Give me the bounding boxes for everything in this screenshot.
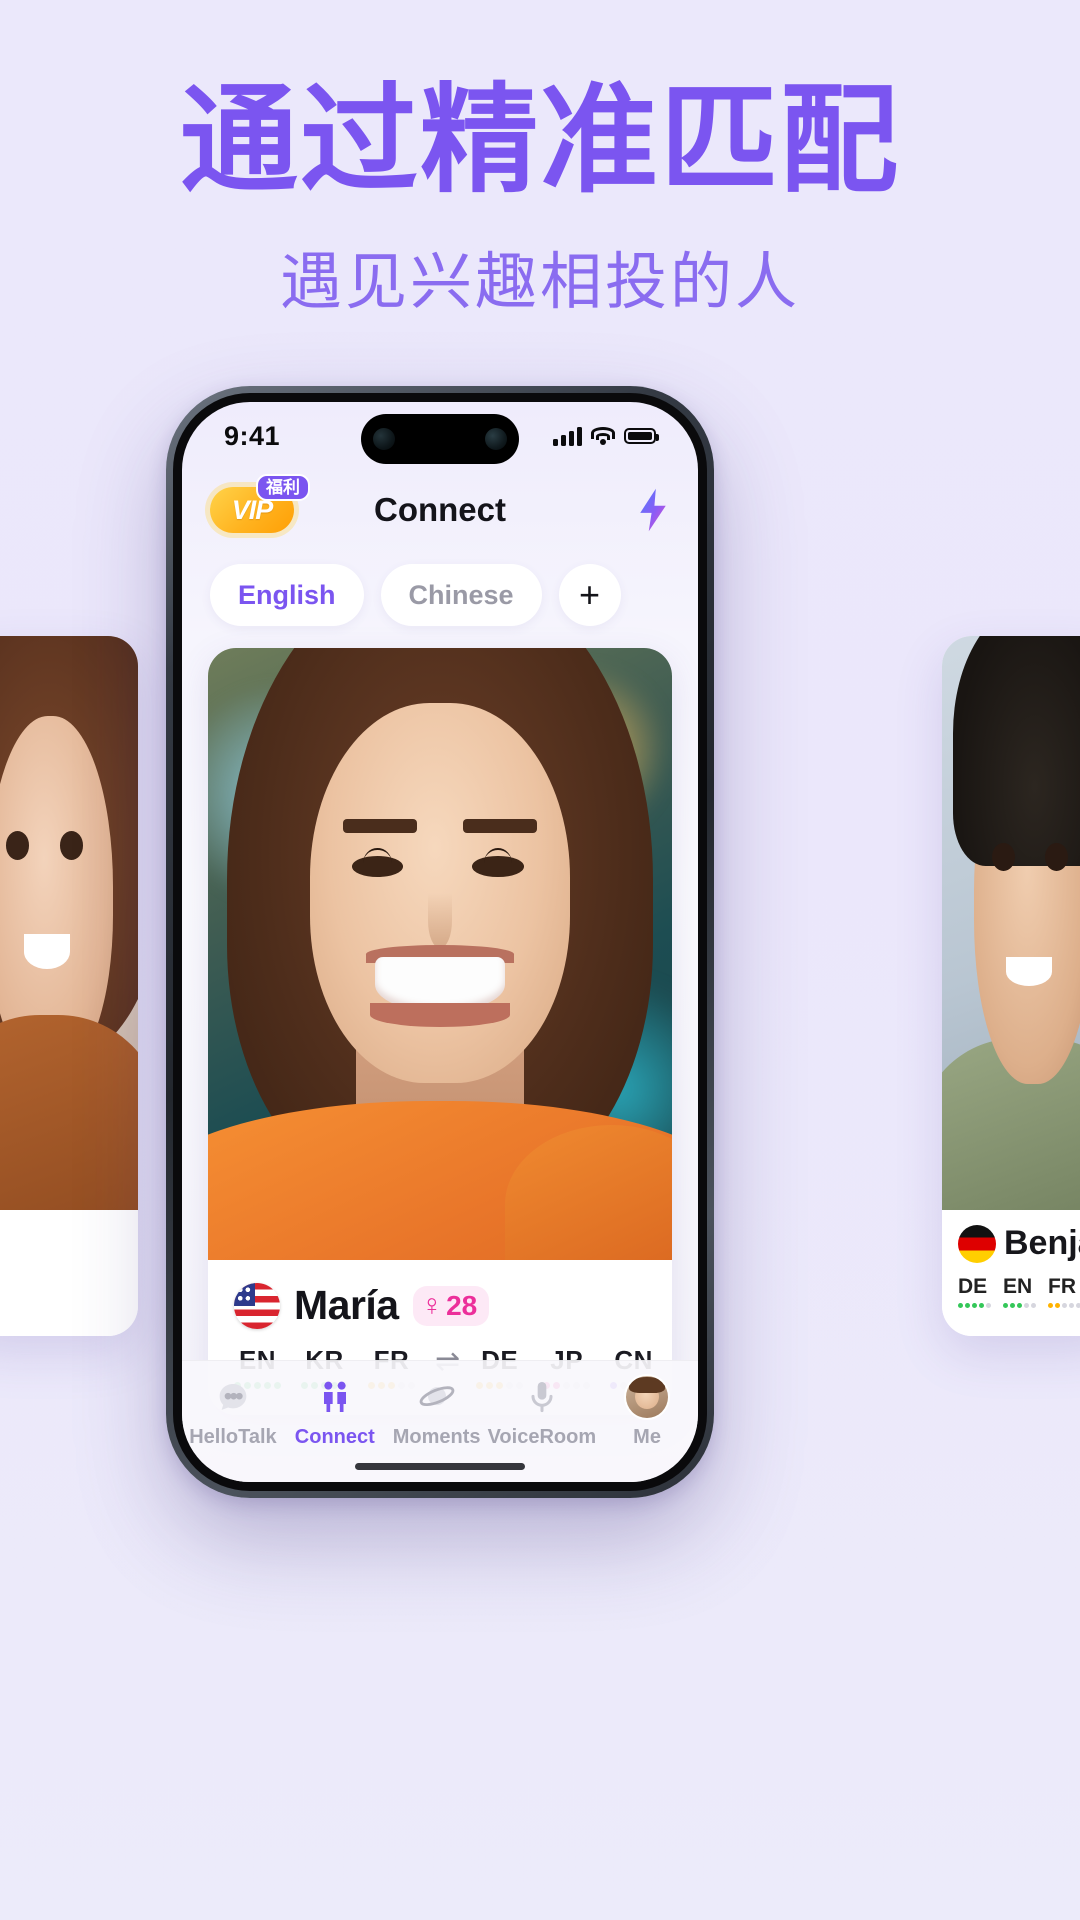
de-flag-icon: [958, 1224, 996, 1263]
peek-lang-code: EN: [1003, 1275, 1033, 1298]
microphone-icon: [520, 1375, 564, 1419]
lightning-bolt-icon[interactable]: [636, 487, 670, 533]
tab-voiceroom[interactable]: VoiceRoom: [487, 1375, 597, 1449]
promo-text-block: 通过精准匹配 遇见兴趣相投的人: [0, 75, 1080, 321]
chip-chinese[interactable]: Chinese: [380, 564, 542, 626]
chat-bubble-icon: [211, 1375, 255, 1419]
profile-photo: [208, 648, 672, 1260]
tab-me[interactable]: Me: [596, 1375, 698, 1449]
peek-lang-code: FR: [1048, 1275, 1076, 1298]
planet-icon: [415, 1375, 459, 1419]
profile-age: 28: [446, 1289, 478, 1321]
app-header: VIP 福利 Connect: [182, 470, 698, 550]
people-connect-icon: [313, 1375, 357, 1419]
phone-mockup: 9:41 VIP 福利 Connect English Chinese + Ma…: [166, 386, 714, 1498]
peek-card-right[interactable]: Benja DE EN FR: [942, 636, 1080, 1336]
tab-label: HelloTalk: [189, 1426, 277, 1448]
profile-name: María: [294, 1282, 399, 1328]
peek-right-languages: DE EN FR: [958, 1275, 1080, 1308]
tab-connect[interactable]: Connect: [284, 1375, 386, 1449]
peek-lang-code: DE: [958, 1275, 988, 1298]
dynamic-island: [361, 414, 519, 464]
tab-hellotalk[interactable]: HelloTalk: [182, 1375, 284, 1449]
battery-icon: [624, 428, 659, 444]
language-filter-bar: English Chinese +: [182, 550, 698, 626]
peek-left-info: [0, 1210, 138, 1336]
status-bar: 9:41: [182, 402, 698, 470]
chip-english[interactable]: English: [210, 564, 364, 626]
status-time: 9:41: [224, 420, 281, 451]
vip-button[interactable]: VIP 福利: [210, 474, 310, 533]
tab-label: Connect: [294, 1426, 375, 1448]
page-title: 通过精准匹配: [179, 75, 900, 207]
avatar-icon: [625, 1375, 669, 1419]
us-flag-icon: [234, 1282, 280, 1329]
cellular-bars-icon: [553, 426, 582, 446]
peek-left-photo: [0, 636, 138, 1210]
vip-welfare-tag: 福利: [256, 474, 310, 501]
tab-label: Me: [633, 1426, 661, 1448]
tab-label: VoiceRoom: [487, 1426, 597, 1448]
screen-title: Connect: [374, 491, 506, 528]
phone-screen: 9:41 VIP 福利 Connect English Chinese + Ma…: [182, 402, 698, 1482]
peek-right-photo: [942, 636, 1080, 1210]
add-language-button[interactable]: +: [558, 564, 621, 626]
peek-card-left[interactable]: [0, 636, 138, 1336]
tab-moments[interactable]: Moments: [386, 1375, 488, 1449]
front-camera-icon: [373, 428, 395, 450]
profile-card[interactable]: María ♀ 28 EN KR FR: [208, 648, 672, 1415]
female-icon: ♀: [420, 1288, 444, 1322]
peek-right-name: Benja: [1004, 1224, 1080, 1262]
page-subtitle: 遇见兴趣相投的人: [279, 248, 800, 318]
peek-right-info: Benja DE EN FR: [942, 1210, 1080, 1336]
face-id-sensor-icon: [485, 428, 507, 450]
wifi-icon: [591, 426, 615, 446]
home-indicator: [355, 1463, 525, 1470]
tab-label: Moments: [392, 1426, 481, 1448]
gender-age-badge: ♀ 28: [412, 1285, 490, 1326]
